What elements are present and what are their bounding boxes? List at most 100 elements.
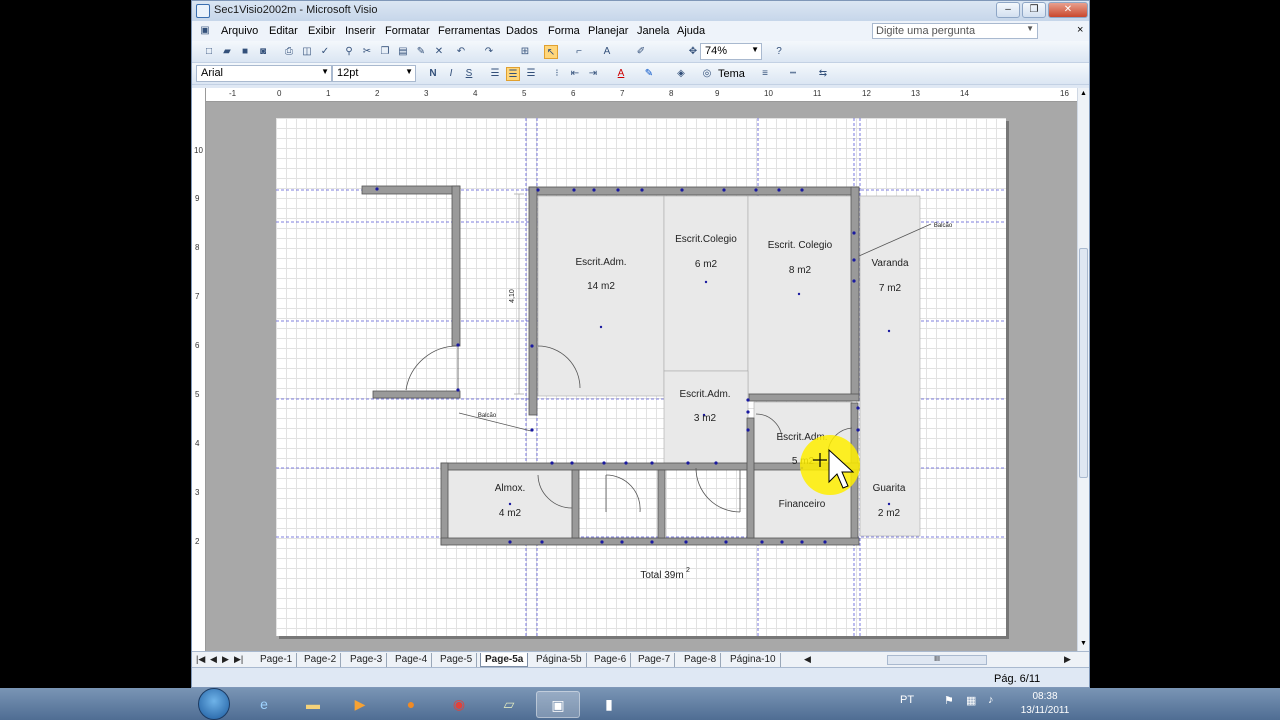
tab-page-7[interactable]: Page-7 [634,653,676,667]
tab-page-5[interactable]: Page-5 [436,653,478,667]
line-ends-icon[interactable]: ⇆ [816,67,830,81]
print-icon[interactable]: ⎙ [282,45,296,59]
help-icon[interactable]: ? [772,45,786,59]
restore-button[interactable]: ❐ [1022,2,1046,18]
undo-icon[interactable]: ↶ [454,45,468,59]
stencil-icon[interactable]: ⊞ [518,45,532,59]
internet-explorer-icon[interactable]: e [242,691,286,718]
connector-tool-icon[interactable]: ⌐ [572,45,586,59]
volume-icon[interactable]: ♪ [988,694,994,706]
tab-page-8[interactable]: Page-8 [680,653,722,667]
drawing-page[interactable]: Escrit.Adm. 14 m2 Escrit.Colegio 6 m2 Es… [276,118,1006,636]
pan-zoom-icon[interactable]: ✥ [686,45,700,59]
floor-plan-drawing[interactable]: Escrit.Adm. 14 m2 Escrit.Colegio 6 m2 Es… [276,118,1006,636]
tab-page-4[interactable]: Page-4 [391,653,433,667]
menu-janela[interactable]: Janela [637,25,669,37]
tab-page-5a[interactable]: Page-5a [480,653,529,667]
media-player-icon[interactable]: ▶ [338,691,382,718]
line-pattern-icon[interactable]: ┅ [786,67,800,81]
cut-icon[interactable]: ✂ [360,45,374,59]
camera-app-icon[interactable]: ▮ [587,691,631,718]
ink-tool-icon[interactable]: ✐ [634,45,648,59]
font-select[interactable]: Arial ▼ [196,65,332,82]
scroll-down-icon[interactable]: ▼ [1080,640,1087,647]
menu-forma[interactable]: Forma [548,25,580,37]
chevron-down-icon[interactable]: ▼ [405,67,413,76]
underline-button[interactable]: S [462,67,476,81]
tab-page-6[interactable]: Page-6 [590,653,632,667]
scroll-right-icon[interactable]: ▶ [1064,654,1071,665]
delete-icon[interactable]: ✕ [432,45,446,59]
room-almox[interactable] [447,469,573,543]
increase-indent-icon[interactable]: ⇥ [586,67,600,81]
title-bar[interactable]: Sec1Visio2002m - Microsoft Visio – ❐ ✕ [192,1,1089,21]
horizontal-scroll-thumb[interactable]: III [887,655,987,665]
tab-page-3[interactable]: Page-3 [346,653,388,667]
tab-page-2[interactable]: Page-2 [300,653,342,667]
menu-dados[interactable]: Dados [506,25,538,37]
research-icon[interactable]: ⚲ [342,45,356,59]
scroll-left-icon[interactable]: ◀ [804,654,811,665]
italic-button[interactable]: I [444,67,458,81]
align-center-icon[interactable]: ☰ [506,67,520,81]
permission-icon[interactable]: ◙ [256,45,270,59]
scroll-up-icon[interactable]: ▲ [1080,90,1087,97]
pointer-tool-icon[interactable]: ↖ [544,45,558,59]
chevron-down-icon[interactable]: ▼ [751,45,759,54]
language-indicator[interactable]: PT [900,694,914,706]
menu-ferramentas[interactable]: Ferramentas [438,25,500,37]
file-explorer-icon[interactable]: ▬ [291,691,335,718]
chrome-icon[interactable]: ◉ [437,691,481,718]
menu-arquivo[interactable]: Arquivo [221,25,258,37]
menu-exibir[interactable]: Exibir [308,25,336,37]
zoom-select[interactable]: 74% ▼ [700,43,762,60]
menu-ajuda[interactable]: Ajuda [677,25,705,37]
align-right-icon[interactable]: ☰ [524,67,538,81]
last-page-icon[interactable]: ▶| [234,654,243,665]
paste-icon[interactable]: ▤ [396,45,410,59]
copy-icon[interactable]: ❐ [378,45,392,59]
visio-task-icon[interactable]: ▣ [536,691,580,718]
font-size-select[interactable]: 12pt ▼ [332,65,416,82]
system-clock[interactable]: 08:38 13/11/2011 [1018,690,1072,718]
vertical-scrollbar[interactable]: ▲ ▼ [1077,88,1089,651]
drawing-canvas[interactable]: Escrit.Adm. 14 m2 Escrit.Colegio 6 m2 Es… [206,102,1077,651]
new-icon[interactable]: □ [202,45,216,59]
line-color-icon[interactable]: ✎ [642,67,656,81]
ask-question-box[interactable]: Digite uma pergunta ▼ [872,23,1038,39]
save-icon[interactable]: ■ [238,45,252,59]
format-painter-icon[interactable]: ✎ [414,45,428,59]
document-close-button[interactable]: × [1077,24,1083,36]
theme-icon[interactable]: ◎ [700,67,714,81]
next-page-icon[interactable]: ▶ [222,654,229,665]
first-page-icon[interactable]: |◀ [196,654,205,665]
print-preview-icon[interactable]: ◫ [300,45,314,59]
decrease-indent-icon[interactable]: ⇤ [568,67,582,81]
line-weight-icon[interactable]: ≡ [758,67,772,81]
bold-button[interactable]: N [426,67,440,81]
chevron-down-icon[interactable]: ▼ [321,67,329,76]
font-color-icon[interactable]: A [614,67,628,81]
bullets-icon[interactable]: ⁝ [550,67,564,81]
text-tool-icon[interactable]: A [600,45,614,59]
room-escrit-colegio-6[interactable] [663,195,749,372]
firefox-icon[interactable]: ● [389,691,433,718]
tab-pagina-10[interactable]: Página-10 [726,653,781,667]
theme-button[interactable]: Tema [718,68,745,80]
room-escrit-colegio-8[interactable] [747,195,854,395]
menu-planejar[interactable]: Planejar [588,25,628,37]
menu-editar[interactable]: Editar [269,25,298,37]
horizontal-ruler[interactable]: -1 0 1 2 3 4 5 6 7 8 9 10 11 12 13 14 16 [205,88,1077,102]
minimize-button[interactable]: – [996,2,1020,18]
redo-icon[interactable]: ↷ [482,45,496,59]
start-button[interactable] [198,688,230,720]
open-icon[interactable]: ▰ [220,45,234,59]
menu-inserir[interactable]: Inserir [345,25,376,37]
prev-page-icon[interactable]: ◀ [210,654,217,665]
vertical-ruler[interactable]: 10 9 8 7 6 5 4 3 2 [192,88,206,651]
fill-color-icon[interactable]: ◈ [674,67,688,81]
action-center-flag-icon[interactable]: ⚑ [944,694,954,707]
tab-pagina-5b[interactable]: Página-5b [532,653,587,667]
menu-formatar[interactable]: Formatar [385,25,430,37]
document-menu-icon[interactable]: ▣ [198,24,212,38]
